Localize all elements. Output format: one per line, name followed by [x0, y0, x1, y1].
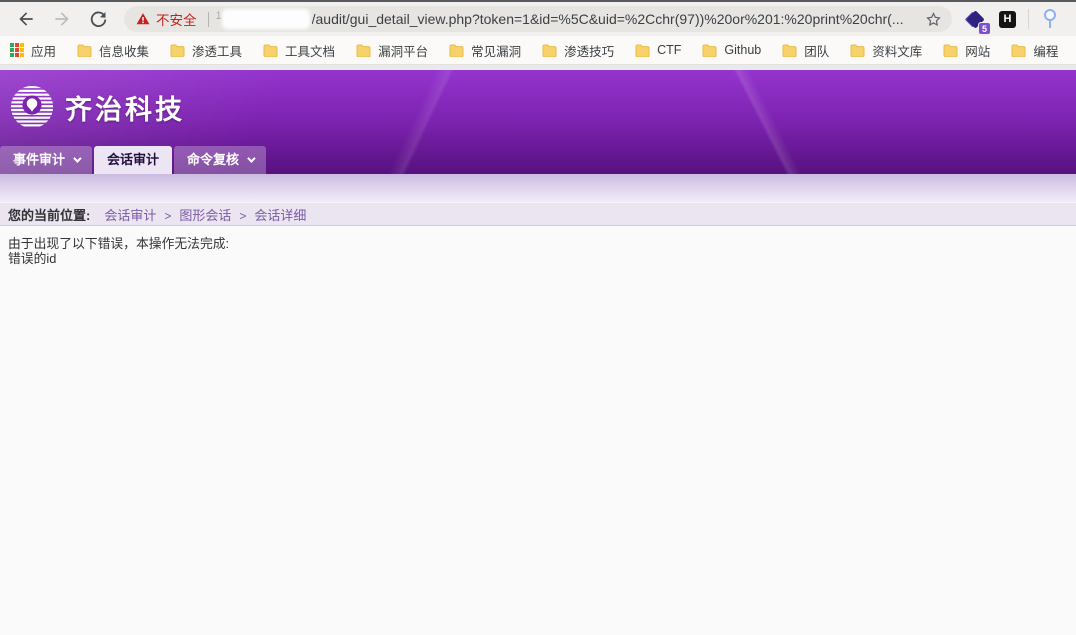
bookmark-label: 工具文档 [285, 41, 335, 60]
extension-badge: 5 [978, 22, 991, 35]
refresh-button[interactable] [86, 7, 110, 31]
content-area: 由于出现了以下错误，本操作无法完成: 错误的id [0, 226, 1076, 635]
bookmark-label: 资料文库 [872, 41, 922, 60]
bookmark-folder[interactable]: 工具文档 [263, 41, 335, 60]
bookmark-folder[interactable]: 团队 [782, 41, 829, 60]
bookmark-folder[interactable]: 资料文库 [850, 41, 922, 60]
bookmark-label: 应用 [31, 41, 56, 60]
pin-icon [1041, 7, 1059, 31]
breadcrumb-item[interactable]: 会话详细 [231, 205, 306, 224]
bookmark-folder[interactable]: 渗透技巧 [542, 41, 614, 60]
extension-pin-icon[interactable] [1041, 7, 1059, 31]
address-bar[interactable]: 不安全 1 /audit/gui_detail_view.php?token=1… [124, 6, 952, 32]
site-header: 齐治科技 事件审计 会话审计 命令复核 [0, 70, 1076, 174]
folder-icon [170, 44, 185, 57]
url-text: /audit/gui_detail_view.php?token=1&id=%5… [312, 11, 917, 27]
bookmark-label: Github [724, 43, 761, 57]
bookmark-label: 信息收集 [99, 41, 149, 60]
folder-icon [356, 44, 371, 57]
warning-icon [136, 12, 150, 26]
tab-event-audit[interactable]: 事件审计 [0, 146, 92, 174]
folder-icon [77, 44, 92, 57]
folder-icon [263, 44, 278, 57]
bookmark-apps[interactable]: 应用 [10, 41, 56, 60]
forward-button[interactable] [50, 7, 74, 31]
brand-name: 齐治科技 [65, 88, 185, 127]
tab-label: 会话审计 [107, 146, 159, 174]
chevron-down-icon [247, 154, 255, 162]
bookmark-folder[interactable]: 信息收集 [77, 41, 149, 60]
folder-icon [702, 44, 717, 57]
bookmark-label: 常见漏洞 [471, 41, 521, 60]
breadcrumb-items: 会话审计图形会话会话详细 [104, 205, 306, 224]
tab-label: 命令复核 [187, 146, 239, 174]
extensions-divider [1028, 9, 1029, 29]
bookmarks-bar: 应用 信息收集 渗透工具 工具文档 漏洞平 [0, 36, 1076, 65]
error-line1: 由于出现了以下错误，本操作无法完成: [8, 236, 1068, 251]
tab-session-audit[interactable]: 会话审计 [94, 146, 172, 174]
bookmark-folders: 信息收集 渗透工具 工具文档 漏洞平台 常见漏洞 [77, 41, 1076, 60]
subnav-strip [0, 174, 1076, 202]
bookmark-label: 编程 [1033, 41, 1058, 60]
tab-command-review[interactable]: 命令复核 [174, 146, 266, 174]
folder-icon [850, 44, 865, 57]
folder-icon [449, 44, 464, 57]
folder-icon [782, 44, 797, 57]
security-label[interactable]: 不安全 [156, 9, 197, 29]
folder-icon [1011, 44, 1026, 57]
bookmark-folder[interactable]: 常见漏洞 [449, 41, 521, 60]
folder-icon [542, 44, 557, 57]
arrow-right-icon [52, 9, 72, 29]
bookmark-folder[interactable]: 编程 [1011, 41, 1058, 60]
extension-proxy-icon[interactable]: 5 [965, 9, 985, 29]
breadcrumb-prefix: 您的当前位置: [8, 205, 90, 224]
bookmark-label: 渗透技巧 [564, 41, 614, 60]
extensions-area: 5 H [958, 7, 1066, 31]
nav-tabs: 事件审计 会话审计 命令复核 [0, 146, 268, 174]
brand-logo-icon [9, 84, 55, 130]
brand: 齐治科技 [9, 84, 185, 130]
bookmark-label: 网站 [965, 41, 990, 60]
breadcrumb: 您的当前位置: 会话审计图形会话会话详细 [0, 202, 1076, 226]
tab-label: 事件审计 [13, 146, 65, 174]
refresh-icon [89, 10, 108, 29]
bookmark-label: 团队 [804, 41, 829, 60]
bookmark-label: 渗透工具 [192, 41, 242, 60]
browser-toolbar: 不安全 1 /audit/gui_detail_view.php?token=1… [0, 0, 1076, 36]
back-button[interactable] [14, 7, 38, 31]
bookmark-label: 漏洞平台 [378, 41, 428, 60]
folder-icon [635, 44, 650, 57]
bookmark-label: CTF [657, 43, 681, 57]
bookmark-folder[interactable]: CTF [635, 43, 681, 57]
redacted-host-hint: 1 [216, 10, 222, 22]
bookmark-folder[interactable]: Github [702, 43, 761, 57]
extension-hackbar-icon[interactable]: H [999, 11, 1016, 28]
bookmark-folder[interactable]: 渗透工具 [170, 41, 242, 60]
bookmark-folder[interactable]: 漏洞平台 [356, 41, 428, 60]
breadcrumb-item[interactable]: 图形会话 [156, 205, 231, 224]
bookmark-star-icon[interactable] [925, 11, 942, 28]
bookmark-folder[interactable]: 网站 [943, 41, 990, 60]
error-line2: 错误的id [8, 251, 1068, 266]
breadcrumb-item[interactable]: 会话审计 [104, 205, 156, 224]
hackbar-h-icon: H [999, 11, 1016, 28]
folder-icon [943, 44, 958, 57]
apps-grid-icon [10, 43, 24, 57]
arrow-left-icon [16, 9, 36, 29]
chevron-down-icon [73, 154, 81, 162]
browser-window: 不安全 1 /audit/gui_detail_view.php?token=1… [0, 0, 1076, 635]
address-separator [208, 12, 209, 27]
redacted-host-blur [222, 9, 310, 29]
